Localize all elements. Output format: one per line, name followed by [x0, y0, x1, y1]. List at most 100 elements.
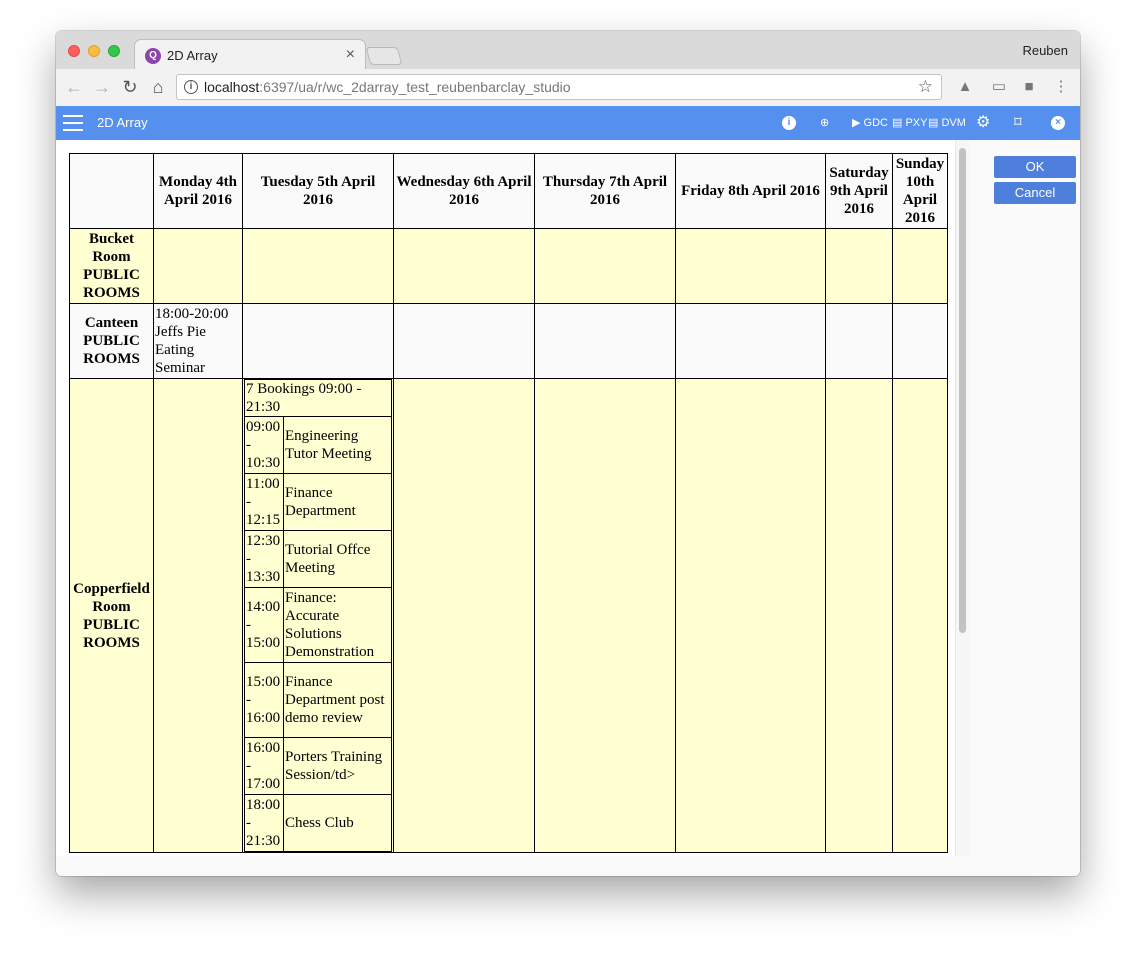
ok-button[interactable]: OK	[994, 156, 1076, 178]
room-name: Copperfield Room PUBLIC ROOMS	[69, 378, 154, 853]
hamburger-menu-icon[interactable]	[63, 115, 83, 131]
booking-title: Finance: Accurate Solutions Demonstratio…	[283, 587, 392, 663]
grid-cell[interactable]	[153, 378, 243, 853]
close-tab-icon[interactable]: ×	[346, 46, 355, 64]
booking-time: 11:00 - 12:15	[244, 473, 284, 531]
grid-cell[interactable]	[534, 228, 676, 304]
action-buttons: OK Cancel	[994, 156, 1076, 208]
booking-time: 16:00 - 17:00	[244, 737, 284, 795]
grid-cell[interactable]	[675, 378, 826, 853]
day-header: Monday 4th April 2016	[153, 153, 243, 229]
reload-icon[interactable]: ↻	[120, 77, 140, 98]
back-arrow-icon[interactable]: ←	[64, 77, 84, 98]
day-header: Wednesday 6th April 2016	[393, 153, 535, 229]
corner-cell	[69, 153, 154, 229]
room-name: Bucket Room PUBLIC ROOMS	[69, 228, 154, 304]
pxy-button[interactable]: ▤ PXY	[892, 113, 927, 133]
room-name: Canteen PUBLIC ROOMS	[69, 303, 154, 379]
browser-toolbar: ← → ↻ ⌂ i localhost:6397/ua/r/wc_2darray…	[56, 69, 1080, 107]
cast-icon[interactable]: ▭	[990, 78, 1008, 96]
booking-title: Porters Training Session/td>	[283, 737, 392, 795]
bookings-table: 7 Bookings 09:00 - 21:30 09:00 - 10:30 E…	[244, 379, 392, 852]
menu-dots-icon[interactable]: ⋮	[1052, 78, 1070, 96]
grid-cell[interactable]	[825, 378, 893, 853]
address-bar[interactable]: i localhost:6397/ua/r/wc_2darray_test_re…	[176, 74, 942, 100]
dvm-button[interactable]: ▤ DVM	[928, 113, 966, 133]
booking-cell[interactable]: 18:00-20:00 Jeffs Pie Eating Seminar	[153, 303, 243, 379]
content-area: Monday 4th April 2016 Tuesday 5th April …	[56, 140, 1080, 876]
booking-title: Finance Department post demo review	[283, 662, 392, 738]
cancel-button[interactable]: Cancel	[994, 182, 1076, 204]
tab-title: 2D Array	[167, 48, 218, 63]
bookmark-star-icon[interactable]: ☆	[918, 77, 933, 97]
info-icon[interactable]: i	[782, 113, 796, 133]
bookmark-icon[interactable]: ⌑	[1014, 113, 1022, 133]
grid-cell[interactable]	[892, 228, 948, 304]
grid-cell[interactable]	[534, 378, 676, 853]
bookings-summary: 7 Bookings 09:00 - 21:30	[244, 379, 392, 417]
booking-time: 15:00 - 16:00	[244, 662, 284, 738]
day-header: Friday 8th April 2016	[675, 153, 826, 229]
grid-cell[interactable]	[892, 378, 948, 853]
home-icon[interactable]: ⌂	[148, 77, 168, 98]
app-favicon-icon: Q	[145, 48, 161, 64]
booking-row[interactable]: 11:00 - 12:15 Finance Department	[244, 473, 392, 531]
booking-row[interactable]: 12:30 - 13:30 Tutorial Offce Meeting	[244, 530, 392, 588]
grid-cell[interactable]	[892, 303, 948, 379]
grid-cell[interactable]	[393, 228, 535, 304]
booking-time: 18:00 - 21:30	[244, 794, 284, 852]
booking-time: 14:00 - 15:00	[244, 587, 284, 663]
room-row: Bucket Room PUBLIC ROOMS	[69, 228, 948, 304]
extension-icon[interactable]: ■	[1020, 78, 1038, 96]
profile-name[interactable]: Reuben	[1022, 43, 1068, 58]
grid-cell[interactable]	[675, 303, 826, 379]
minimize-window-button[interactable]	[88, 45, 100, 57]
grid-cell[interactable]	[242, 303, 394, 379]
close-circle-icon[interactable]: ×	[1051, 113, 1065, 133]
booking-row[interactable]: 18:00 - 21:30 Chess Club	[244, 794, 392, 852]
scrollbar-thumb[interactable]	[959, 148, 966, 633]
booking-title: Engineering Tutor Meeting	[283, 416, 392, 474]
drive-extension-icon[interactable]: ▲	[956, 78, 974, 96]
day-header: Saturday 9th April 2016	[825, 153, 893, 229]
grid-cell[interactable]	[393, 378, 535, 853]
forward-arrow-icon[interactable]: →	[92, 77, 112, 98]
browser-window: Q 2D Array × Reuben ← → ↻ ⌂ i localhost:…	[56, 31, 1080, 876]
grid-cell[interactable]	[675, 228, 826, 304]
target-icon[interactable]: ⊕	[820, 113, 829, 133]
grid-cell[interactable]	[242, 228, 394, 304]
booking-time: 09:00 - 10:30	[244, 416, 284, 474]
maximize-window-button[interactable]	[108, 45, 120, 57]
new-tab-button[interactable]	[365, 47, 403, 65]
app-title: 2D Array	[97, 115, 148, 130]
browser-tab[interactable]: Q 2D Array ×	[134, 39, 366, 70]
booking-row[interactable]: 09:00 - 10:30 Engineering Tutor Meeting	[244, 416, 392, 474]
day-header: Thursday 7th April 2016	[534, 153, 676, 229]
settings-gear-icon[interactable]: ⚙	[976, 113, 990, 133]
room-row: Canteen PUBLIC ROOMS 18:00-20:00 Jeffs P…	[69, 303, 948, 379]
room-booking-grid: Monday 4th April 2016 Tuesday 5th April …	[69, 153, 948, 853]
grid-scroll-area[interactable]: Monday 4th April 2016 Tuesday 5th April …	[56, 140, 969, 856]
grid-cell[interactable]	[393, 303, 535, 379]
grid-cell[interactable]	[534, 303, 676, 379]
booking-row[interactable]: 14:00 - 15:00 Finance: Accurate Solution…	[244, 587, 392, 663]
booking-row[interactable]: 15:00 - 16:00 Finance Department post de…	[244, 662, 392, 738]
booking-title: Finance Department	[283, 473, 392, 531]
grid-cell[interactable]	[825, 303, 893, 379]
room-row: Copperfield Room PUBLIC ROOMS 7 Bookings…	[69, 378, 948, 853]
day-header: Sunday 10th April 2016	[892, 153, 948, 229]
booking-time: 12:30 - 13:30	[244, 530, 284, 588]
gdc-button[interactable]: ▶ GDC	[852, 113, 888, 133]
vertical-scrollbar[interactable]	[955, 140, 969, 856]
bookings-cell[interactable]: 7 Bookings 09:00 - 21:30 09:00 - 10:30 E…	[242, 378, 394, 853]
header-row: Monday 4th April 2016 Tuesday 5th April …	[69, 153, 948, 229]
booking-title: Chess Club	[283, 794, 392, 852]
site-info-icon[interactable]: i	[184, 80, 198, 94]
grid-cell[interactable]	[153, 228, 243, 304]
app-bar: 2D Array i ⊕ ▶ GDC ▤ PXY ▤ DVM ⚙ ⌑ ×	[56, 106, 1080, 140]
booking-row[interactable]: 16:00 - 17:00 Porters Training Session/t…	[244, 737, 392, 795]
booking-title: Tutorial Offce Meeting	[283, 530, 392, 588]
grid-cell[interactable]	[825, 228, 893, 304]
url-text[interactable]: localhost:6397/ua/r/wc_2darray_test_reub…	[204, 79, 571, 95]
close-window-button[interactable]	[68, 45, 80, 57]
